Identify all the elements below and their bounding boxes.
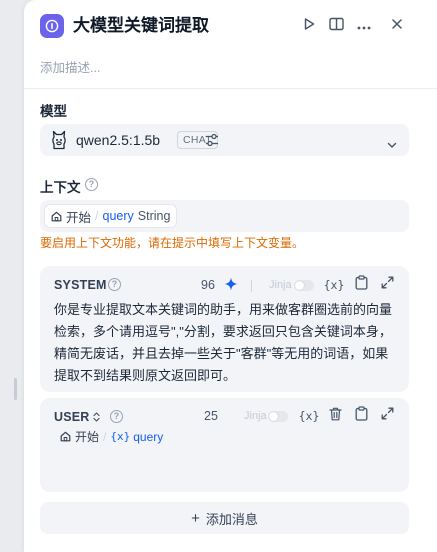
panel-header: 大模型关键词提取 xyxy=(40,12,421,40)
model-selector[interactable]: qwen2.5:1.5b CHAT xyxy=(40,124,409,156)
context-variable-name: query xyxy=(102,209,134,223)
user-insert-variable-button[interactable]: {x} xyxy=(299,408,320,424)
user-role-label: USER xyxy=(54,410,90,424)
context-variable-pill[interactable]: 开始 / query String xyxy=(44,204,178,228)
node-config-panel: 大模型关键词提取 添加描述... 模型 qwen2.5:1.5b CHAT 上下… xyxy=(24,0,437,552)
variable-icon: {x} xyxy=(110,430,131,443)
system-copy-button[interactable] xyxy=(353,275,369,295)
user-copy-button[interactable] xyxy=(353,406,369,426)
model-name: qwen2.5:1.5b xyxy=(76,132,161,148)
model-parameters-button[interactable] xyxy=(204,132,220,153)
system-expand-button[interactable] xyxy=(379,276,395,294)
toolbar-separator xyxy=(251,280,252,292)
split-view-icon xyxy=(328,17,344,36)
sparkle-icon xyxy=(224,277,238,295)
toggle-panel-layout-button[interactable] xyxy=(327,17,345,35)
user-word-count: 25 xyxy=(204,409,218,423)
context-variable-node: 开始 xyxy=(66,210,92,225)
node-title[interactable]: 大模型关键词提取 xyxy=(73,14,209,38)
panel-resize-handle[interactable] xyxy=(14,378,17,400)
system-role-label: SYSTEM xyxy=(54,278,107,292)
user-delete-button[interactable] xyxy=(327,407,343,426)
system-jinja-label: Jinja xyxy=(269,279,292,291)
play-icon xyxy=(302,17,316,36)
system-prompt-editor[interactable]: SYSTEM ? 96 Jinja {x} 你是专业提取文本关键词的助手，用来做… xyxy=(40,266,409,392)
home-icon xyxy=(51,211,62,222)
user-role-selector[interactable]: USER xyxy=(54,410,100,424)
system-word-count: 96 xyxy=(201,278,215,292)
header-divider xyxy=(24,88,437,89)
user-expand-button[interactable] xyxy=(379,407,395,425)
user-jinja-toggle[interactable] xyxy=(268,411,288,422)
system-prompt-text[interactable]: 你是专业提取文本关键词的助手，用来做客群圈选前的向量检索，多个请用逗号","分割… xyxy=(54,299,399,387)
more-options-button[interactable] xyxy=(355,17,373,35)
context-variable-type: String xyxy=(137,209,171,223)
node-description-input[interactable]: 添加描述... xyxy=(40,57,100,76)
add-message-button[interactable]: + 添加消息 xyxy=(40,502,409,534)
clipboard-icon xyxy=(355,406,368,426)
user-jinja-label: Jinja xyxy=(244,410,267,422)
llm-node-icon xyxy=(40,14,64,38)
context-variable-selector[interactable]: 开始 / query String xyxy=(40,200,409,232)
system-jinja-toggle[interactable] xyxy=(294,280,314,291)
user-variable-separator: / xyxy=(103,429,107,444)
chevron-down-icon xyxy=(387,136,397,154)
system-insert-variable-button[interactable]: {x} xyxy=(324,277,345,293)
clipboard-icon xyxy=(355,275,368,295)
chevron-up-down-icon xyxy=(92,412,100,422)
close-panel-button[interactable] xyxy=(388,17,406,35)
add-message-label: 添加消息 xyxy=(205,511,258,527)
user-variable-name: query xyxy=(133,429,164,444)
home-icon xyxy=(60,431,71,442)
user-prompt-editor[interactable]: USER ? 25 Jinja {x} 开始 / {x} query xyxy=(40,398,409,492)
system-help-icon[interactable]: ? xyxy=(108,278,121,291)
model-section-label: 模型 xyxy=(40,104,67,119)
plus-icon: + xyxy=(191,509,200,527)
context-variable-separator: / xyxy=(95,209,99,223)
user-help-icon[interactable]: ? xyxy=(110,410,123,423)
context-warning-text: 要启用上下文功能，请在提示中填写上下文变量。 xyxy=(40,236,305,250)
run-node-button[interactable] xyxy=(300,17,318,35)
sliders-icon xyxy=(204,133,220,152)
trash-icon xyxy=(328,407,342,426)
user-variable-node: 开始 xyxy=(75,430,100,444)
close-icon xyxy=(391,17,403,35)
expand-icon xyxy=(381,276,394,294)
context-help-icon[interactable]: ? xyxy=(85,178,98,191)
ai-generate-button[interactable] xyxy=(224,277,238,296)
context-section-label: 上下文 xyxy=(40,180,81,195)
llama-model-icon xyxy=(50,130,68,155)
user-prompt-content[interactable]: 开始 / {x} query xyxy=(54,428,163,445)
more-horizontal-icon xyxy=(357,17,371,35)
expand-icon xyxy=(381,407,394,425)
